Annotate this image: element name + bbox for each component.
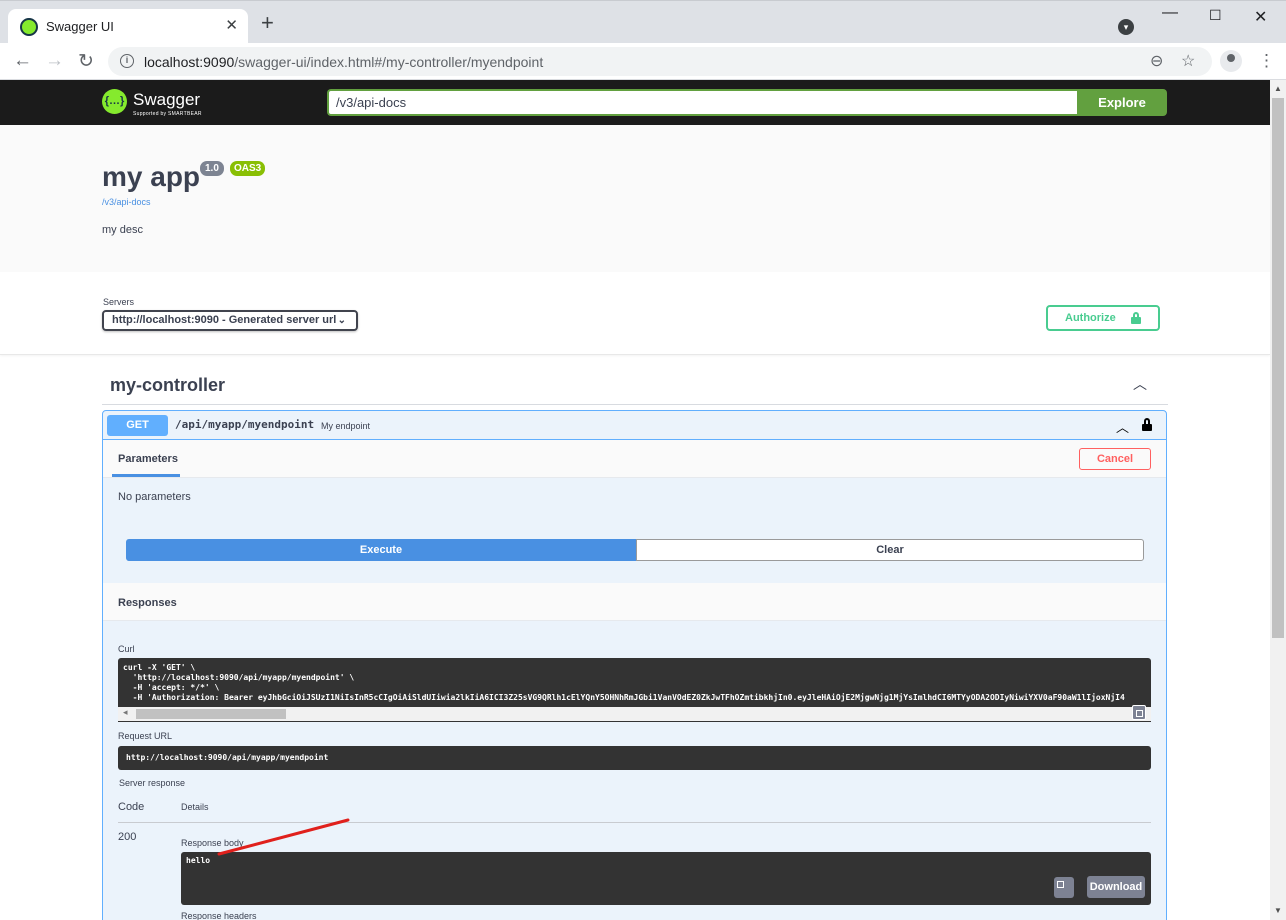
version-badge: 1.0: [200, 161, 224, 176]
explore-button[interactable]: Explore: [1077, 89, 1167, 116]
new-tab-icon[interactable]: +: [261, 12, 274, 34]
browser-toolbar: ← → ↻ i localhost:9090/swagger-ui/index.…: [0, 43, 1286, 80]
forward-icon[interactable]: →: [45, 50, 64, 72]
method-badge: GET: [107, 415, 168, 436]
close-tab-icon[interactable]: ✕: [225, 16, 238, 34]
servers-label: Servers: [103, 297, 135, 307]
api-docs-link[interactable]: /v3/api-docs: [102, 197, 151, 207]
minimize-icon[interactable]: —: [1162, 4, 1178, 22]
reload-icon[interactable]: ↻: [78, 50, 94, 73]
server-response-label: Server response: [119, 778, 186, 788]
tab-title: Swagger UI: [46, 19, 114, 34]
tag-title[interactable]: my-controller: [110, 375, 225, 396]
tab-search-icon[interactable]: ▾: [1118, 19, 1134, 35]
authorize-label: Authorize: [1065, 312, 1116, 324]
response-body-value: hello: [186, 856, 211, 865]
responses-header: Responses: [103, 583, 1166, 621]
lock-icon: [1131, 312, 1141, 324]
page-viewport: {…} Swagger Supported by SMARTBEAR /v3/a…: [0, 80, 1270, 920]
download-button[interactable]: Download: [1087, 876, 1145, 898]
servers-section: Servers http://localhost:9090 - Generate…: [0, 272, 1270, 355]
response-body-box[interactable]: hello Download: [181, 852, 1151, 905]
servers-select[interactable]: http://localhost:9090 - Generated server…: [102, 310, 358, 331]
no-parameters-text: No parameters: [118, 491, 191, 503]
address-bar[interactable]: i localhost:9090/swagger-ui/index.html#/…: [108, 47, 1212, 76]
execute-button[interactable]: Execute: [126, 539, 636, 561]
chevron-up-icon[interactable]: ︿: [1116, 417, 1129, 436]
browser-menu-icon[interactable]: ⋮: [1258, 51, 1275, 71]
curl-line: curl -X 'GET' \: [123, 663, 196, 672]
operation-summary[interactable]: GET /api/myapp/myendpoint My endpoint ︿: [103, 411, 1166, 440]
curl-line: -H 'Authorization: Bearer eyJhbGciOiJSUz…: [123, 693, 1125, 702]
status-code: 200: [118, 831, 137, 843]
operation-description: My endpoint: [321, 421, 371, 431]
back-icon[interactable]: ←: [13, 50, 32, 72]
logo-subtitle: Supported by SMARTBEAR: [133, 111, 202, 117]
request-url-box: http://localhost:9090/api/myapp/myendpoi…: [118, 746, 1151, 770]
curl-scroll-thumb[interactable]: [136, 709, 286, 719]
scroll-left-icon[interactable]: ◂: [123, 707, 128, 718]
tab-underline: [112, 474, 180, 477]
curl-line: 'http://localhost:9090/api/myapp/myendpo…: [123, 673, 355, 682]
browser-tab[interactable]: Swagger UI ✕: [8, 9, 248, 44]
operation-block: GET /api/myapp/myendpoint My endpoint ︿ …: [102, 410, 1167, 920]
api-info: my app 1.0 OAS3 /v3/api-docs my desc: [0, 125, 1270, 272]
column-code: Code: [118, 801, 145, 813]
scroll-down-icon[interactable]: ▼: [1274, 906, 1282, 915]
parameters-header: Parameters Cancel: [103, 440, 1166, 478]
operation-path: /api/myapp/myendpoint: [175, 418, 315, 431]
tab-parameters[interactable]: Parameters: [118, 453, 178, 465]
column-details: Details: [181, 802, 209, 812]
page-scroll-thumb[interactable]: [1272, 98, 1284, 638]
address-url[interactable]: localhost:9090/swagger-ui/index.html#/my…: [144, 54, 543, 70]
page-title: my app: [102, 161, 201, 192]
chevron-down-icon: ⌄: [337, 315, 346, 326]
copy-icon[interactable]: [1054, 877, 1074, 898]
spec-url-input[interactable]: /v3/api-docs: [327, 89, 1078, 116]
responses-title: Responses: [118, 597, 177, 609]
swagger-topbar: {…} Swagger Supported by SMARTBEAR /v3/a…: [0, 80, 1270, 125]
clear-button[interactable]: Clear: [636, 539, 1144, 561]
request-url-label: Request URL: [118, 731, 173, 741]
zoom-icon[interactable]: ⊖: [1150, 51, 1163, 71]
browser-tab-bar: Swagger UI ✕ + ▾ — ☐ ✕: [0, 0, 1286, 44]
profile-avatar-icon[interactable]: [1220, 50, 1242, 72]
swagger-favicon-icon: [20, 18, 38, 36]
curl-label: Curl: [118, 644, 135, 654]
curl-horizontal-scrollbar[interactable]: ◂: [118, 705, 1151, 721]
site-info-icon[interactable]: i: [120, 54, 134, 68]
maximize-icon[interactable]: ☐: [1209, 7, 1222, 24]
curl-line: -H 'accept: */*' \: [123, 683, 220, 692]
table-divider: [118, 822, 1151, 823]
authorize-button[interactable]: Authorize: [1046, 305, 1160, 331]
operation-lock-icon[interactable]: [1142, 418, 1152, 431]
response-headers-label: Response headers: [181, 911, 257, 920]
tag-divider: [102, 404, 1168, 405]
response-body-label: Response body: [181, 838, 244, 848]
execute-wrapper: Execute Clear: [126, 539, 1144, 561]
close-window-icon[interactable]: ✕: [1254, 7, 1267, 27]
chevron-up-icon[interactable]: ︿: [1133, 374, 1147, 394]
swagger-logo-icon: {…}: [102, 89, 127, 114]
page-scrollbar[interactable]: ▲ ▼: [1270, 80, 1286, 920]
scroll-up-icon[interactable]: ▲: [1274, 84, 1282, 93]
bookmark-star-icon[interactable]: ☆: [1181, 51, 1195, 71]
api-description: my desc: [102, 224, 143, 236]
oas-badge: OAS3: [230, 161, 266, 176]
cancel-button[interactable]: Cancel: [1079, 448, 1151, 470]
servers-selected-value: http://localhost:9090 - Generated server…: [112, 314, 337, 326]
request-url-value: http://localhost:9090/api/myapp/myendpoi…: [126, 753, 329, 762]
logo-text: Swagger: [133, 90, 201, 109]
copy-icon[interactable]: [1132, 705, 1146, 720]
